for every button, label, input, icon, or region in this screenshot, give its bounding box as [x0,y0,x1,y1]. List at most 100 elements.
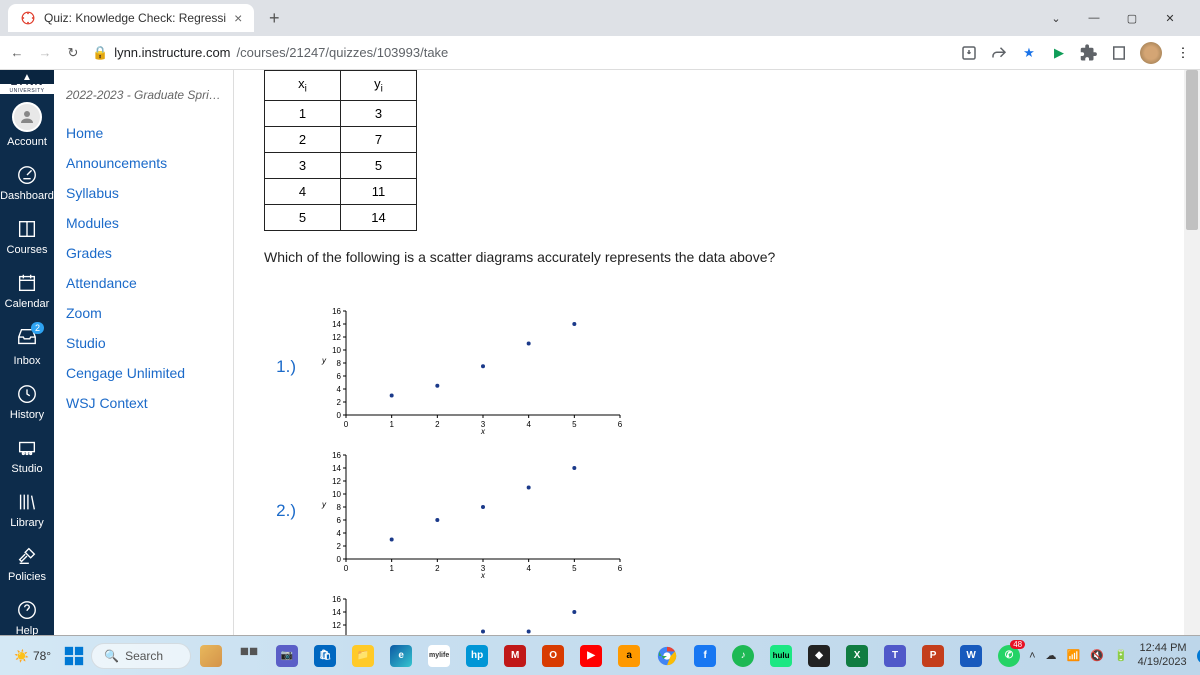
answer-option[interactable]: 3.)02468101214160123456xy [264,593,1170,635]
taskbar-chrome[interactable] [653,642,681,670]
taskbar-explorer[interactable]: 📁 [349,642,377,670]
nav-label: Calendar [5,298,50,310]
table-header-x: xi [265,71,341,101]
systray-cloud-icon[interactable]: ☁ [1046,649,1057,662]
tab-close-icon[interactable]: × [234,10,242,26]
question-text: Which of the following is a scatter diag… [264,249,1170,265]
nav-label: Library [10,517,44,529]
taskbar-widgets[interactable] [235,642,263,670]
course-link-zoom[interactable]: Zoom [66,298,221,328]
new-tab-button[interactable]: + [262,6,286,30]
systray-chevron[interactable]: ˄ [1029,650,1035,662]
svg-text:5: 5 [572,564,577,573]
taskbar-store[interactable]: 🛍 [311,642,339,670]
reload-button[interactable]: ↻ [64,45,82,61]
taskbar-amazon[interactable]: a [615,642,643,670]
nav-inbox[interactable]: 2 Inbox [0,318,54,375]
back-button[interactable]: ← [8,45,26,61]
course-link-grades[interactable]: Grades [66,238,221,268]
browser-tab[interactable]: Quiz: Knowledge Check: Regressi × [8,4,254,32]
scrollbar-thumb[interactable] [1186,70,1198,230]
bookmark-star-icon[interactable]: ★ [1020,44,1038,62]
svg-text:12: 12 [332,333,341,342]
chevron-down-icon[interactable]: ⌄ [1046,12,1066,25]
taskbar-weather[interactable]: ☀️ 78° [8,649,57,663]
taskbar-camera[interactable]: 📷 [273,642,301,670]
taskbar-excel[interactable]: X [843,642,871,670]
course-link-syllabus[interactable]: Syllabus [66,178,221,208]
nav-policies[interactable]: Policies [0,537,54,591]
option-label: 1.) [264,305,296,377]
systray-volume-icon[interactable]: 🔇 [1090,649,1104,662]
nav-studio[interactable]: Studio [0,429,54,483]
course-link-announcements[interactable]: Announcements [66,148,221,178]
answer-option[interactable]: 1.)02468101214160123456xy [264,305,1170,435]
nav-dashboard[interactable]: Dashboard [0,156,54,210]
maximize-button[interactable]: ▢ [1122,12,1142,25]
taskbar-desktops[interactable] [197,642,225,670]
taskbar-edge[interactable]: e [387,642,415,670]
nav-history[interactable]: History [0,375,54,429]
address-bar[interactable]: 🔒 lynn.instructure.com/courses/21247/qui… [92,45,448,61]
taskbar-facebook[interactable]: f [691,642,719,670]
course-link-cengage[interactable]: Cengage Unlimited [66,358,221,388]
extensions-icon[interactable] [1080,44,1098,62]
taskbar-app-mylife[interactable]: mylife [425,642,453,670]
nav-label: Account [7,136,47,148]
systray-wifi-icon[interactable]: 📶 [1067,649,1081,662]
taskbar-word[interactable]: W [957,642,985,670]
systray-battery-icon[interactable]: 🔋 [1114,649,1128,662]
course-link-modules[interactable]: Modules [66,208,221,238]
inbox-badge: 2 [31,322,44,334]
taskbar-hp[interactable]: hp [463,642,491,670]
taskbar-teams[interactable]: T [881,642,909,670]
taskbar-office[interactable]: O [539,642,567,670]
profile-avatar[interactable] [1140,42,1162,64]
taskbar-whatsapp[interactable]: ✆48 [995,642,1023,670]
course-link-wsj[interactable]: WSJ Context [66,388,221,418]
history-icon [16,383,38,405]
nav-library[interactable]: Library [0,483,54,537]
option-label: 3.) [264,593,296,635]
taskbar-app-dark[interactable]: ◆ [805,642,833,670]
taskbar-search[interactable]: 🔍 Search [91,643,191,669]
notification-badge[interactable]: 2 [1197,648,1200,664]
reading-list-icon[interactable] [1110,44,1128,62]
taskbar-clock[interactable]: 12:44 PM 4/19/2023 [1138,642,1187,668]
svg-text:14: 14 [332,608,341,617]
course-link-studio[interactable]: Studio [66,328,221,358]
start-button[interactable] [63,640,85,672]
option-label: 2.) [264,449,296,521]
book-icon [16,218,38,240]
taskbar-powerpoint[interactable]: P [919,642,947,670]
install-icon[interactable] [960,44,978,62]
close-window-button[interactable]: ✕ [1160,12,1180,25]
forward-button[interactable]: → [36,45,54,61]
more-menu-icon[interactable]: ⋮ [1174,44,1192,62]
svg-text:4: 4 [337,529,342,538]
taskbar-spotify[interactable]: ♪ [729,642,757,670]
nav-scroll-up[interactable]: ▲ [0,70,54,84]
global-nav: LYNN UNIVERSITY ▲ Account Dashboard Cour… [0,70,54,635]
taskbar-hulu[interactable]: hulu [767,642,795,670]
sun-icon: ☀️ [14,649,29,663]
course-link-home[interactable]: Home [66,118,221,148]
nav-label: Inbox [14,355,41,367]
content-scrollbar[interactable]: ▲ [1184,70,1200,635]
share-icon[interactable] [990,44,1008,62]
taskbar-mcafee[interactable]: M [501,642,529,670]
nav-courses[interactable]: Courses [0,210,54,264]
course-link-attendance[interactable]: Attendance [66,268,221,298]
svg-text:4: 4 [526,420,531,429]
svg-text:2: 2 [337,398,342,407]
nav-account[interactable]: Account [0,94,54,156]
course-breadcrumb[interactable]: 2022-2023 - Graduate Sprin... [66,88,221,102]
minimize-button[interactable]: — [1084,12,1104,25]
taskbar-youtube[interactable]: ▶ [577,642,605,670]
svg-text:14: 14 [332,464,341,473]
nav-calendar[interactable]: Calendar [0,264,54,318]
extension-adblock-icon[interactable]: ▶ [1050,44,1068,62]
answer-option[interactable]: 2.)02468101214160123456xy [264,449,1170,579]
svg-text:12: 12 [332,477,341,486]
help-icon [16,599,38,621]
